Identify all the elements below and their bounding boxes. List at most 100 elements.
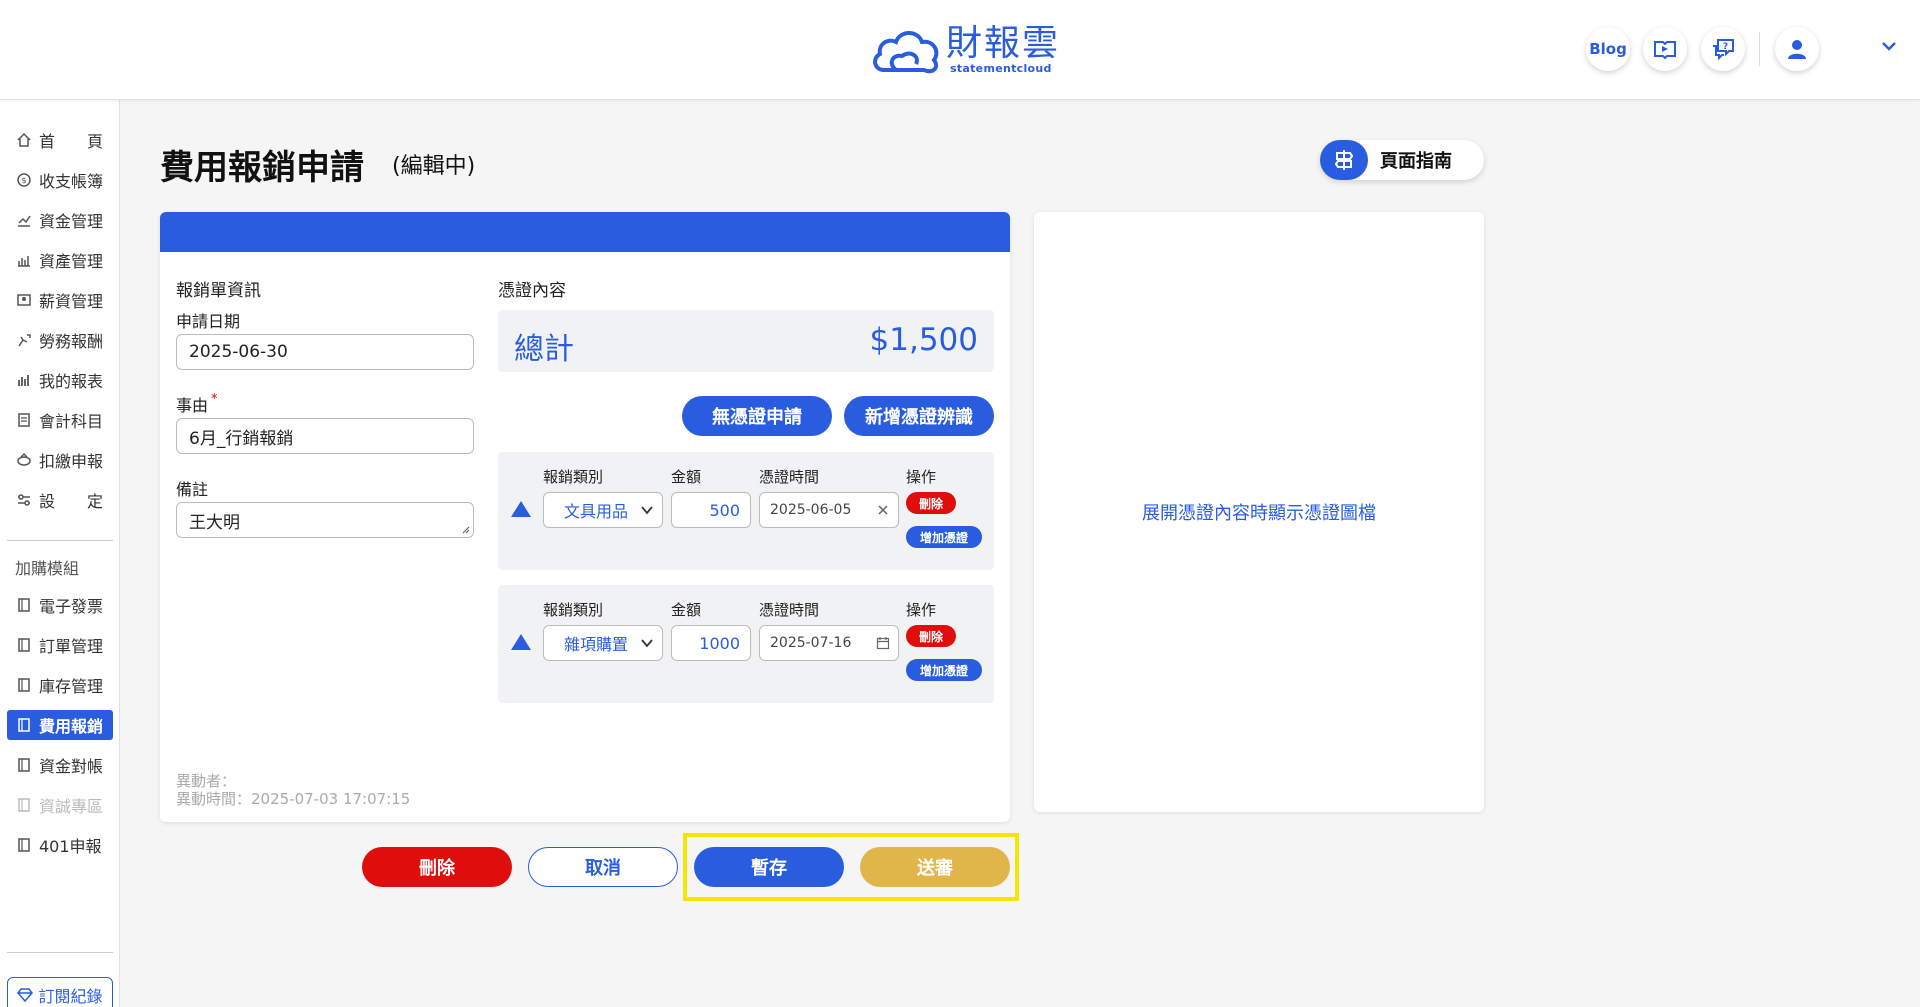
amount-value: 1000 (699, 633, 740, 653)
resize-handle-icon[interactable] (460, 524, 470, 534)
add-voucher-recognition-button[interactable]: 新增憑證辨識 (844, 396, 994, 436)
sidebar-item-ledger-book[interactable]: $ 收支帳簿 (7, 165, 113, 195)
delete-row-button[interactable]: 刪除 (906, 625, 956, 647)
col-amount-header: 金額 (671, 601, 702, 619)
add-voucher-button[interactable]: 增加憑證 (906, 659, 982, 681)
date-label: 申請日期 (176, 312, 241, 331)
subscription-record-button[interactable]: 訂閱紀錄 (7, 977, 113, 1007)
page-guide-button[interactable]: 頁面指南 (1320, 140, 1484, 180)
cloud-logo-icon (873, 31, 939, 74)
add-voucher-button[interactable]: 增加憑證 (906, 526, 982, 548)
reason-label-text: 事由 (176, 396, 209, 415)
highlight-box (683, 833, 1019, 901)
sidebar-item-401-filing[interactable]: 401申報 (7, 830, 113, 860)
svg-text:?: ? (1723, 42, 1728, 52)
blog-label: Blog (1589, 40, 1627, 58)
module-book-icon (15, 796, 33, 814)
sidebar-item-home[interactable]: 首 頁 (7, 125, 113, 155)
sidebar-item-label: 首 頁 (39, 132, 104, 151)
withholding-icon (15, 451, 33, 469)
delete-row-button[interactable]: 刪除 (906, 492, 956, 514)
reason-field[interactable]: 6月_行銷報銷 (176, 418, 474, 454)
category-select[interactable]: 雜項購置 (543, 625, 663, 661)
sidebar-item-label: 扣繳申報 (39, 452, 104, 471)
user-avatar-button[interactable] (1775, 27, 1819, 71)
note-label: 備註 (176, 480, 209, 499)
reason-value: 6月_行銷報銷 (189, 428, 294, 449)
col-category-header: 報銷類別 (543, 601, 604, 619)
amount-input[interactable]: 1000 (671, 625, 751, 661)
voucher-preview-panel: 展開憑證內容時顯示憑證圖檔 (1034, 212, 1484, 812)
sidebar-item-withholding[interactable]: 扣繳申報 (7, 445, 113, 475)
form-section-title: 報銷單資訊 (176, 281, 261, 301)
note-textarea[interactable]: 王大明 (176, 502, 474, 538)
voucher-date-input[interactable]: 2025-06-05 (759, 492, 899, 528)
sidebar-item-label: 資產管理 (39, 252, 104, 271)
calendar-icon[interactable] (876, 636, 890, 650)
sidebar-item-label: 薪資管理 (39, 292, 104, 311)
category-select[interactable]: 文具用品 (543, 492, 663, 528)
voucher-date-input[interactable]: 2025-07-16 (759, 625, 899, 661)
logo-chinese-name: 財報雲 (946, 23, 1061, 64)
sidebar-divider (7, 540, 113, 541)
video-tutorial-button[interactable] (1643, 27, 1687, 71)
voucher-row: 報銷類別 金額 憑證時間 操作 雜項購置 1000 2025-07-16 刪除 … (498, 585, 994, 703)
settings-icon (15, 491, 33, 509)
no-voucher-application-button[interactable]: 無憑證申請 (682, 396, 832, 436)
voucher-date-value: 2025-06-05 (770, 502, 852, 518)
delete-button[interactable]: 刪除 (362, 847, 512, 887)
chevron-down-icon[interactable] (1880, 40, 1898, 52)
application-date-field[interactable]: 2025-06-30 (176, 334, 474, 370)
sidebar-item-orders[interactable]: 訂單管理 (7, 630, 113, 660)
sidebar-item-reports[interactable]: 我的報表 (7, 365, 113, 395)
sidebar-item-e-invoice[interactable]: 電子發票 (7, 590, 113, 620)
help-chat-button[interactable]: ? (1701, 27, 1745, 71)
sidebar-item-label: 訂單管理 (39, 637, 104, 656)
category-value: 雜項購置 (564, 635, 629, 654)
voucher-date-value: 2025-07-16 (770, 635, 852, 651)
header-separator (1759, 32, 1760, 66)
salary-icon (15, 291, 33, 309)
sidebar-item-expense-reimbursement[interactable]: 費用報銷 (7, 710, 113, 740)
reason-label: 事由 * (176, 392, 218, 416)
sidebar-item-label: 費用報銷 (39, 717, 104, 736)
module-book-icon (15, 756, 33, 774)
sidebar-item-label: 設 定 (39, 492, 104, 511)
sidebar-item-label: 庫存管理 (39, 677, 104, 696)
collapse-triangle-icon[interactable] (510, 633, 532, 651)
home-icon (15, 131, 33, 149)
preview-placeholder-text: 展開憑證內容時顯示憑證圖檔 (1142, 503, 1376, 524)
help-chat-icon: ? (1713, 39, 1734, 61)
diamond-icon (17, 988, 34, 1002)
blog-button[interactable]: Blog (1586, 27, 1630, 71)
sidebar-item-settings[interactable]: 設 定 (7, 485, 113, 515)
modified-time: 異動時間：2025-07-03 17:07:15 (176, 790, 411, 808)
collapse-triangle-icon[interactable] (510, 500, 532, 518)
col-action-header: 操作 (906, 601, 937, 619)
page-status: (編輯中) (392, 154, 476, 179)
module-book-icon (15, 676, 33, 694)
sidebar-item-funds[interactable]: 資金管理 (7, 205, 113, 235)
user-icon (1788, 40, 1806, 59)
sidebar-item-assets[interactable]: 資產管理 (7, 245, 113, 275)
sidebar-item-reconciliation[interactable]: 資金對帳 (7, 750, 113, 780)
clear-icon[interactable] (876, 503, 890, 517)
sidebar-item-pwc-zone[interactable]: 資誠專區 (7, 790, 113, 820)
sidebar-item-inventory[interactable]: 庫存管理 (7, 670, 113, 700)
col-amount-header: 金額 (671, 468, 702, 486)
sidebar-item-labor[interactable]: 勞務報酬 (7, 325, 113, 355)
subscription-label: 訂閱紀錄 (38, 987, 103, 1006)
statementcloud-logo[interactable]: 財報雲 statementcloud (870, 22, 1060, 78)
svg-text:$: $ (21, 176, 26, 185)
voucher-row: 報銷類別 金額 憑證時間 操作 文具用品 500 2025-06-05 刪除 增… (498, 452, 994, 570)
category-value: 文具用品 (564, 502, 629, 521)
cancel-button[interactable]: 取消 (528, 847, 678, 887)
total-summary: 總計 $1,500 (498, 310, 994, 372)
amount-input[interactable]: 500 (671, 492, 751, 528)
sidebar-divider (7, 952, 113, 953)
sidebar-item-salary[interactable]: 薪資管理 (7, 285, 113, 315)
note-value: 王大明 (189, 512, 240, 533)
coin-icon: $ (15, 171, 33, 189)
modification-info: 異動者： 異動時間：2025-07-03 17:07:15 (176, 772, 410, 808)
sidebar-item-accounts[interactable]: 會計科目 (7, 405, 113, 435)
